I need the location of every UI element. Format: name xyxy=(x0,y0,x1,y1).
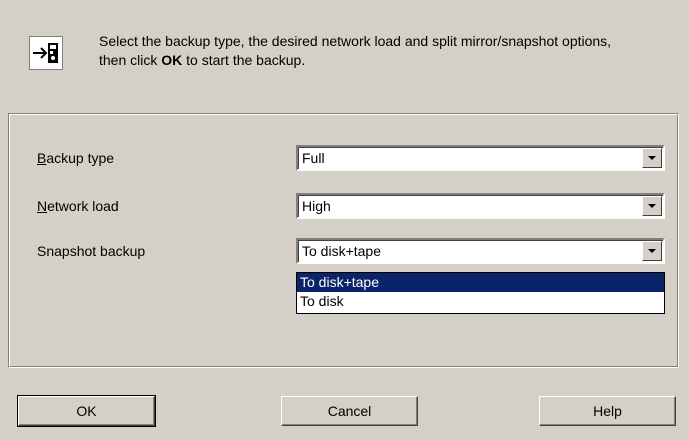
backup-arrow-icon xyxy=(29,36,63,70)
dropdown-option[interactable]: To disk+tape xyxy=(297,273,664,292)
network-load-dropdown-button[interactable] xyxy=(642,196,662,216)
chevron-down-icon xyxy=(648,156,656,160)
chevron-down-icon xyxy=(648,204,656,208)
network-load-value: High xyxy=(302,198,331,214)
chevron-down-icon xyxy=(648,249,656,253)
backup-type-accel: B xyxy=(37,150,47,166)
backup-type-label: Backup type xyxy=(37,150,114,166)
network-load-label: Network load xyxy=(37,198,119,214)
backup-type-dropdown-button[interactable] xyxy=(642,148,662,168)
snapshot-backup-dropdown-list: To disk+tape To disk xyxy=(296,272,665,314)
network-load-label-text: etwork load xyxy=(47,198,119,214)
network-load-combo[interactable]: High xyxy=(296,193,665,219)
snapshot-backup-label: Snapshot backup xyxy=(37,243,146,259)
snapshot-backup-value: To disk+tape xyxy=(302,243,381,259)
backup-type-value: Full xyxy=(302,150,325,166)
snapshot-backup-combo[interactable]: To disk+tape xyxy=(296,238,665,264)
backup-type-combo[interactable]: Full xyxy=(296,145,665,171)
network-load-accel: N xyxy=(37,198,48,214)
instructions-text: Select the backup type, the desired netw… xyxy=(99,32,619,70)
instructions-ok-word: OK xyxy=(161,52,183,68)
backup-type-label-text: ackup type xyxy=(46,150,115,166)
help-button[interactable]: Help xyxy=(539,396,676,426)
dropdown-option[interactable]: To disk xyxy=(297,292,664,311)
cancel-button[interactable]: Cancel xyxy=(281,396,418,426)
snapshot-backup-dropdown-button[interactable] xyxy=(642,241,662,261)
instructions-part2: to start the backup. xyxy=(182,52,306,68)
ok-button[interactable]: OK xyxy=(17,395,156,427)
